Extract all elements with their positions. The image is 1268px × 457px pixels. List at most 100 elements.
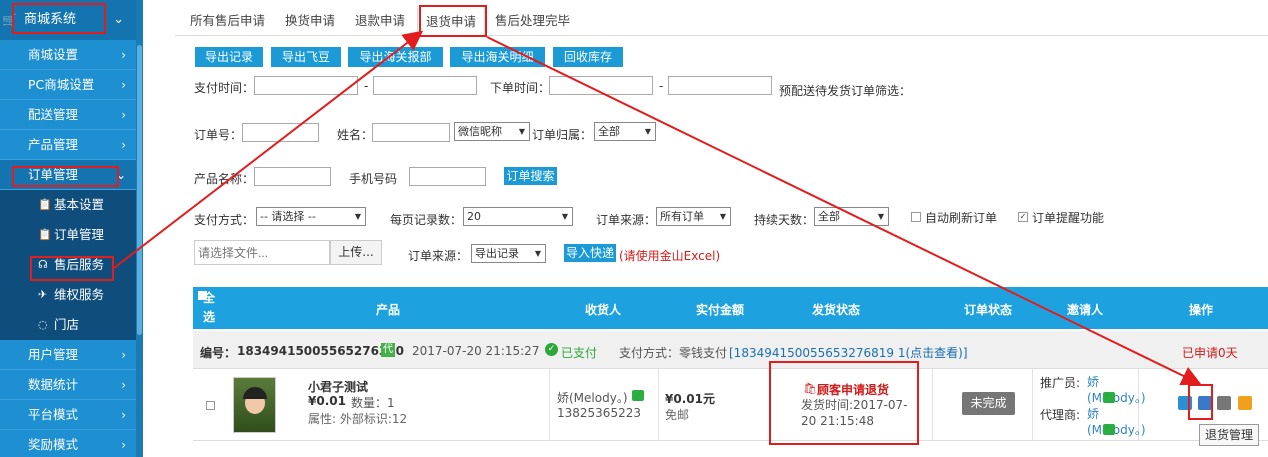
- presale-filter-label: 预配送待发货订单筛选：: [779, 84, 912, 98]
- wechat-icon: [632, 390, 644, 401]
- paid-amount: ¥0.01元: [665, 392, 715, 406]
- sidebar-item-pc-settings[interactable]: PC商城设置 ›: [0, 70, 136, 100]
- sidebar-item-mall-settings[interactable]: 商城设置 ›: [0, 40, 136, 70]
- annotation-box: [12, 166, 119, 187]
- header-ship-status: 发货状态: [812, 303, 861, 317]
- tab-completed[interactable]: 售后处理完毕: [495, 10, 570, 29]
- name-input[interactable]: [372, 123, 450, 142]
- sidebar-sub-label: 基本设置: [54, 197, 105, 212]
- wechat-nick-select[interactable]: 微信昵称 ▼: [454, 122, 530, 141]
- order-time-start-input[interactable]: [549, 76, 653, 95]
- sidebar-sub-label: 维权服务: [54, 287, 105, 302]
- sidebar-item-label: PC商城设置: [28, 77, 95, 92]
- chevron-down-icon: ⌄: [113, 12, 124, 27]
- product-thumbnail[interactable]: [233, 377, 276, 433]
- phone-label: 手机号码: [349, 172, 398, 186]
- pay-time-end-input[interactable]: [373, 76, 477, 95]
- product-name-input[interactable]: [254, 167, 331, 186]
- dropdown-arrow-icon: ▼: [518, 127, 525, 136]
- check-circle-icon: ✓: [545, 343, 558, 356]
- tab-refund[interactable]: 退款申请: [355, 10, 405, 29]
- chevron-right-icon: ›: [121, 438, 126, 452]
- product-title[interactable]: 小君子测试: [308, 378, 368, 395]
- agent-label: 代理商:: [1040, 408, 1081, 422]
- reminder-checkbox[interactable]: ✓: [1018, 212, 1028, 222]
- order-no-label: 订单号：: [194, 128, 243, 142]
- sidebar-item-platform[interactable]: 平台模式 ›: [0, 400, 136, 430]
- sidebar-item-users[interactable]: 用户管理 ›: [0, 340, 136, 370]
- select-all-label: 全选: [203, 291, 216, 324]
- order-no-input[interactable]: [242, 123, 319, 142]
- sidebar-sub-label: 门店: [54, 317, 80, 332]
- order-time-end-input[interactable]: [668, 76, 772, 95]
- sidebar-sub-basic-settings[interactable]: 📋 基本设置: [0, 190, 136, 220]
- export-records-button[interactable]: 导出记录: [195, 47, 263, 67]
- auto-refresh-checkbox[interactable]: [911, 212, 921, 222]
- header-amount: 实付金额: [696, 303, 745, 317]
- return-manage-icon[interactable]: [1217, 396, 1231, 410]
- days-select[interactable]: 全部 ▼: [814, 207, 889, 226]
- pay-time-label: 支付时间：: [194, 81, 255, 95]
- sidebar-item-products[interactable]: 产品管理 ›: [0, 130, 136, 160]
- pay-method-select[interactable]: -- 请选择 -- ▼: [256, 207, 366, 226]
- sidebar-item-stats[interactable]: 数据统计 ›: [0, 370, 136, 400]
- chevron-right-icon: ›: [121, 78, 126, 92]
- phone-input[interactable]: [409, 167, 486, 186]
- select-value: 20: [467, 210, 481, 223]
- order-time-label: 下单时间：: [490, 81, 551, 95]
- sidebar-item-label: 商城设置: [28, 47, 79, 62]
- row-checkbox[interactable]: [206, 401, 215, 410]
- sidebar-sub-rights[interactable]: ✈ 维权服务: [0, 280, 136, 310]
- sidebar-sub-store[interactable]: ◌ 门店: [0, 310, 136, 340]
- order-owner-select[interactable]: 全部 ▼: [594, 122, 656, 141]
- export-customs-report-button[interactable]: 导出海关报部: [348, 47, 443, 67]
- order-search-button[interactable]: 订单搜索: [504, 167, 557, 185]
- dropdown-arrow-icon: ▼: [354, 212, 361, 221]
- file-input[interactable]: [194, 240, 330, 265]
- sidebar-item-rewards[interactable]: 奖励模式 ›: [0, 430, 136, 457]
- source2-select[interactable]: 导出记录 ▼: [471, 244, 546, 263]
- agent-badge: 代: [381, 343, 395, 357]
- scrollbar-thumb[interactable]: [137, 45, 142, 335]
- select-value: 微信昵称: [458, 125, 502, 138]
- range-dash: -: [364, 79, 369, 93]
- paid-status: 已支付: [561, 346, 598, 360]
- reminder-label: 订单提醒功能: [1032, 211, 1105, 225]
- export-feidou-button[interactable]: 导出飞豆: [271, 47, 341, 67]
- promoter-label: 推广员:: [1040, 376, 1081, 390]
- pay-time-start-input[interactable]: [254, 76, 358, 95]
- sidebar-item-label: 奖励模式: [28, 437, 79, 452]
- order-no-value: 18349415005565276380: [237, 344, 404, 358]
- wechat-icon: [1103, 424, 1115, 435]
- recycle-stock-button[interactable]: 回收库存: [553, 47, 623, 67]
- note-icon[interactable]: [1238, 396, 1252, 410]
- header-product: 产品: [376, 303, 401, 317]
- order-source-label: 订单来源：: [596, 213, 657, 227]
- dropdown-arrow-icon: ▼: [561, 212, 568, 221]
- sidebar-item-label: 平台模式: [28, 407, 79, 422]
- export-customs-detail-button[interactable]: 导出海关明细: [450, 47, 545, 67]
- upload-button[interactable]: 上传...: [330, 240, 382, 265]
- sidebar-sub-order-management[interactable]: 📋 订单管理: [0, 220, 136, 250]
- order-time: 2017-07-20 21:15:27: [412, 344, 540, 358]
- import-express-button[interactable]: 导入快递: [564, 244, 616, 262]
- sidebar-sub-label: 订单管理: [54, 227, 105, 242]
- order-source-select[interactable]: 所有订单 ▼: [656, 207, 731, 226]
- product-qty: 数量：1: [351, 396, 395, 410]
- product-price: ¥0.01: [308, 394, 346, 408]
- sidebar-scrollbar[interactable]: [136, 0, 143, 457]
- tab-exchange[interactable]: 换货申请: [285, 10, 335, 29]
- select-value: 所有订单: [660, 210, 704, 223]
- annotation-box: [30, 256, 114, 281]
- tab-all-after-sales[interactable]: 所有售后申请: [190, 10, 265, 29]
- sidebar-item-delivery[interactable]: 配送管理 ›: [0, 100, 136, 130]
- tooltip: 退货管理: [1199, 424, 1259, 446]
- header-actions: 操作: [1189, 303, 1214, 317]
- sidebar-item-label: 产品管理: [28, 137, 79, 152]
- receiver-name: 娇(Melody。): [557, 391, 628, 405]
- transaction-link[interactable]: [183494150055653276819 1(点击查看)]: [729, 344, 968, 361]
- dropdown-arrow-icon: ▼: [877, 212, 884, 221]
- annotation-box: [419, 5, 487, 37]
- per-page-select[interactable]: 20 ▼: [463, 207, 573, 226]
- pay-method-label: 支付方式：: [194, 213, 255, 227]
